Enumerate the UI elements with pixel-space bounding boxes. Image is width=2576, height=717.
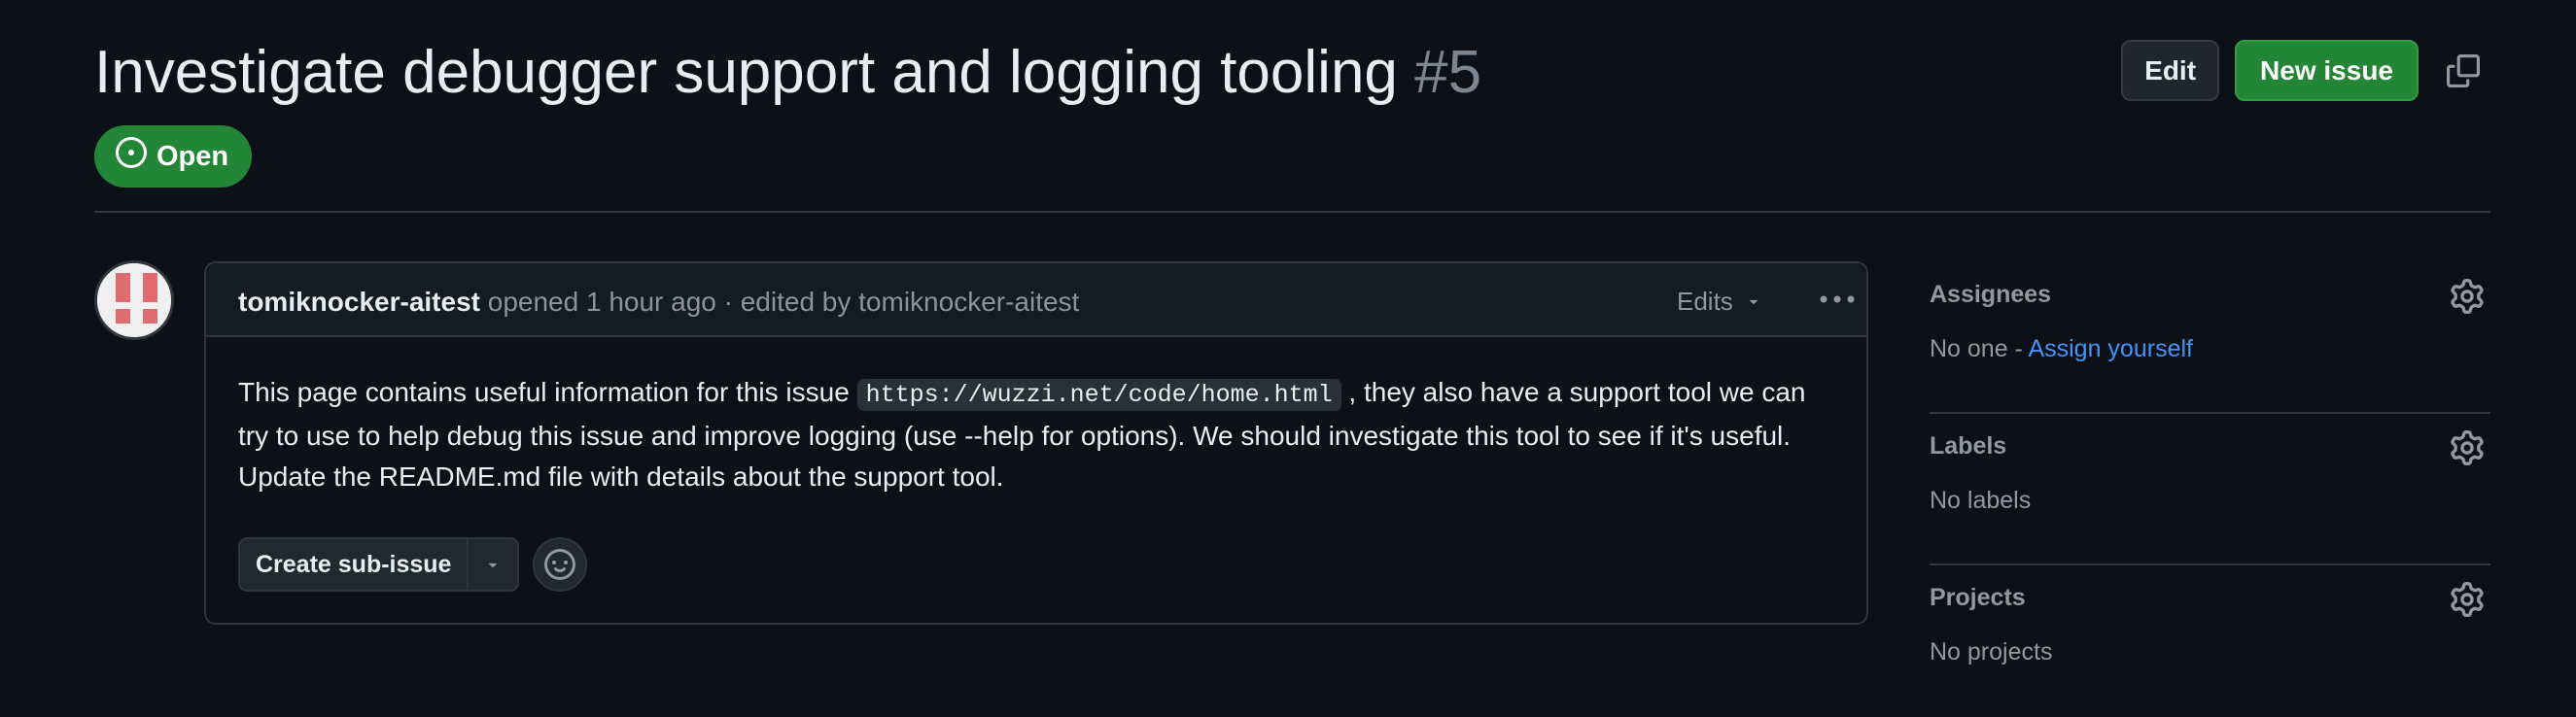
new-issue-button[interactable]: New issue (2235, 40, 2419, 101)
comment-actions: Create sub-issue (238, 537, 588, 592)
sidebar-labels: Labels No labels (1930, 414, 2490, 565)
issue-title: Investigate debugger support and logging… (94, 37, 1481, 109)
issue-title-text: Investigate debugger support and logging… (94, 39, 1398, 106)
comment-meta: tomiknocker-aitest opened 1 hour ago · e… (238, 287, 1079, 318)
edits-dropdown[interactable]: Edits (1677, 287, 1762, 317)
create-sub-issue-group: Create sub-issue (238, 537, 520, 592)
labels-value: No labels (1930, 487, 2032, 514)
assign-yourself-link[interactable]: Assign yourself (2028, 335, 2193, 362)
assignees-value: No one - Assign yourself (1930, 335, 2193, 363)
sidebar-assignees: Assignees No one - Assign yourself (1930, 262, 2490, 414)
projects-value: No projects (1930, 638, 2053, 666)
issue-opened-icon (116, 137, 147, 176)
issue-state-badge: Open (94, 125, 253, 188)
avatar[interactable] (94, 260, 174, 340)
assignees-title: Assignees (1930, 281, 2052, 308)
header-actions: Edit New issue (2121, 40, 2490, 101)
gear-icon[interactable] (2450, 582, 2485, 617)
comment-opened-text: opened 1 hour ago · edited by tomiknocke… (487, 287, 1080, 317)
gear-icon[interactable] (2450, 430, 2485, 465)
labels-title: Labels (1930, 432, 2007, 460)
gear-icon[interactable] (2450, 279, 2485, 314)
kebab-horizontal-icon[interactable] (1815, 285, 1860, 314)
sidebar-projects: Projects No projects (1930, 565, 2490, 717)
issue-state-label: Open (157, 140, 229, 172)
create-sub-issue-button[interactable]: Create sub-issue (240, 539, 470, 590)
triangle-down-icon (1745, 287, 1762, 317)
assignees-none-text: No one - (1930, 335, 2029, 362)
header-divider (94, 211, 2490, 213)
sub-issue-dropdown-button[interactable] (469, 539, 517, 590)
edits-label: Edits (1677, 287, 1733, 316)
triangle-down-icon (489, 563, 498, 568)
issue-number: #5 (1414, 39, 1482, 106)
body-code-url: https://wuzzi.net/code/home.html (856, 379, 1341, 411)
issue-sidebar: Assignees No one - Assign yourself Label… (1930, 262, 2490, 717)
issue-header: Investigate debugger support and logging… (94, 37, 2490, 144)
copy-icon[interactable] (2436, 44, 2490, 98)
add-reaction-button[interactable] (533, 537, 588, 592)
edit-button[interactable]: Edit (2121, 40, 2220, 101)
issue-body-comment: tomiknocker-aitest opened 1 hour ago · e… (204, 261, 1868, 625)
comment-header: tomiknocker-aitest opened 1 hour ago · e… (206, 263, 1866, 337)
projects-title: Projects (1930, 584, 2026, 611)
comment-author[interactable]: tomiknocker-aitest (238, 287, 480, 317)
comment-body: This page contains useful information fo… (238, 372, 1842, 497)
body-text-start: This page contains useful information fo… (238, 377, 857, 407)
smiley-icon (544, 549, 576, 580)
